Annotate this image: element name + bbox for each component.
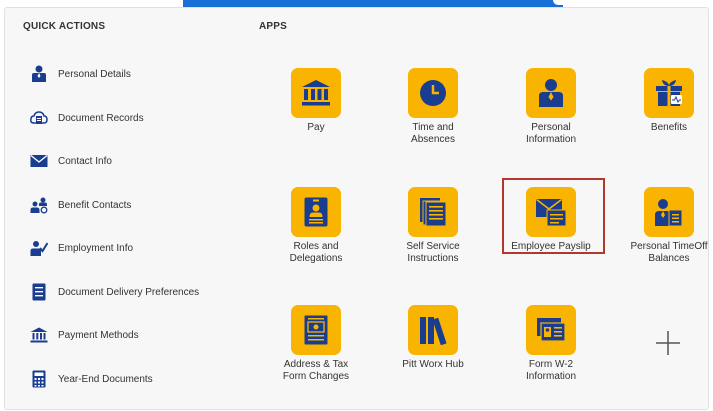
app-pitt-worx-hub[interactable]: Pitt Worx Hub [383,305,483,371]
app-label: Personal Information [525,122,577,145]
app-self-service-instructions[interactable]: Self Service Instructions [383,187,483,265]
calculator-icon [30,370,48,388]
envelope-icon [30,152,48,170]
app-label: Address & Tax Form Changes [282,359,350,382]
app-label: Roles and Delegations [289,241,343,264]
person-card-icon [644,187,694,237]
app-benefits[interactable]: Benefits [619,68,713,134]
gift-icon [644,68,694,118]
person-icon [526,68,576,118]
app-label: Time and Absences [411,122,455,145]
app-time-and-absences[interactable]: Time and Absences [383,68,483,146]
app-roles-and-delegations[interactable]: Roles and Delegations [266,187,366,265]
app-label: Pay [307,122,325,133]
tax-form-icon [291,305,341,355]
document-cloud-icon [30,109,48,127]
quick-action-label: Year-End Documents [58,373,153,385]
id-badge-icon [291,187,341,237]
app-address-and-tax-form-changes[interactable]: Address & Tax Form Changes [266,305,366,383]
app-label: Personal TimeOff Balances [630,241,708,264]
w2-form-icon [526,305,576,355]
app-label: Form W-2 Information [525,359,577,382]
quick-action-year-end-documents[interactable]: Year-End Documents [30,367,153,391]
books-icon [408,305,458,355]
app-label: Benefits [650,122,688,133]
quick-action-label: Employment Info [58,242,134,254]
quick-action-payment-methods[interactable]: Payment Methods [30,323,139,347]
quick-action-contact-info[interactable]: Contact Info [30,149,112,173]
app-label: Self Service Instructions [406,241,460,264]
bank-icon [30,326,48,344]
document-list-icon [30,283,48,301]
app-pay[interactable]: Pay [266,68,366,134]
quick-actions-title: QUICK ACTIONS [23,21,106,32]
app-form-w2-information[interactable]: Form W-2 Information [501,305,601,383]
quick-action-label: Contact Info [58,155,112,167]
add-app-plus-icon[interactable] [655,330,681,356]
clock-icon [408,68,458,118]
apps-title: APPS [259,21,288,32]
person-icon [30,65,48,83]
quick-action-document-delivery-preferences[interactable]: Document Delivery Preferences [30,280,199,304]
top-banner [183,0,583,7]
quick-action-document-records[interactable]: Document Records [30,106,144,130]
people-icon [30,196,48,214]
quick-action-label: Benefit Contacts [58,199,132,211]
quick-action-label: Document Delivery Preferences [58,286,200,298]
app-personal-information[interactable]: Personal Information [501,68,601,146]
quick-action-label: Personal Details [58,68,131,80]
bank-icon [291,68,341,118]
quick-action-benefit-contacts[interactable]: Benefit Contacts [30,193,131,217]
documents-icon [408,187,458,237]
quick-action-label: Document Records [58,112,144,124]
selected-app-highlight [502,178,605,254]
app-personal-timeoff-balances[interactable]: Personal TimeOff Balances [619,187,713,265]
quick-action-personal-details[interactable]: Personal Details [30,62,131,86]
quick-action-label: Payment Methods [58,329,139,341]
quick-action-employment-info[interactable]: Employment Info [30,236,133,260]
app-label: Pitt Worx Hub [402,359,464,370]
person-check-icon [30,239,48,257]
